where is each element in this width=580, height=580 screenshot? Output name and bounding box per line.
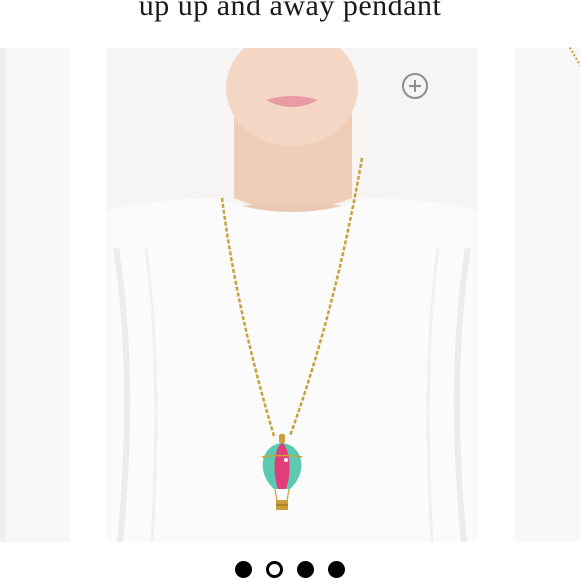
carousel-dot-3[interactable] xyxy=(297,561,314,578)
carousel-dot-4[interactable] xyxy=(328,561,345,578)
next-slide-image[interactable] xyxy=(515,41,580,542)
carousel-dot-1[interactable] xyxy=(235,561,252,578)
model-photo xyxy=(106,48,478,542)
product-title: up up and away pendant xyxy=(138,0,442,22)
zoom-plus-icon xyxy=(409,80,421,92)
product-page: up up and away pendant xyxy=(0,0,580,580)
zoom-button[interactable] xyxy=(402,73,428,99)
next-slide-necklace-chain xyxy=(569,41,580,68)
carousel-dot-2-active[interactable] xyxy=(266,561,283,578)
main-product-image[interactable] xyxy=(106,48,478,542)
previous-slide-image[interactable] xyxy=(6,48,70,542)
carousel-pagination xyxy=(0,561,580,580)
